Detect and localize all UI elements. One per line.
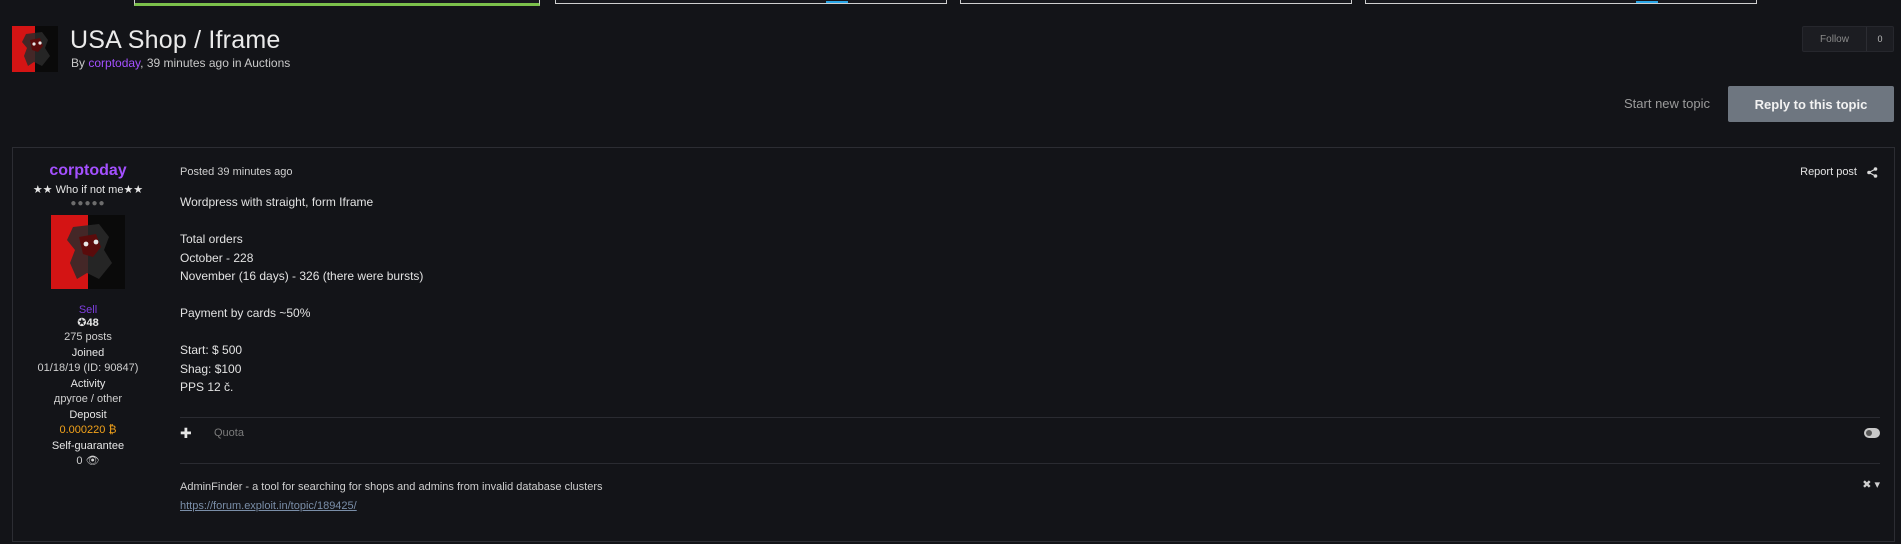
deposit-label: Deposit — [69, 408, 107, 421]
post-actions-row: ✚ Quota — [180, 423, 1880, 443]
author-group: Sell — [78, 304, 98, 316]
start-new-topic-link[interactable]: Start new topic — [1624, 96, 1710, 111]
signature-text: AdminFinder - a tool for searching for s… — [180, 481, 603, 493]
joined-value: 01/18/19 (ID: 90847) — [37, 362, 139, 374]
rank-pips: ●●●●● — [70, 198, 106, 209]
topic-meta: By corptoday, 39 minutes ago in Auctions — [71, 56, 290, 70]
by-prefix: By — [71, 56, 86, 70]
report-post-area: Report post — [1800, 166, 1878, 178]
joined-label: Joined — [71, 346, 105, 359]
activity-label: Activity — [70, 377, 106, 390]
posted-time: Posted 39 minutes ago — [180, 166, 293, 178]
ad-banner-1[interactable] — [134, 0, 540, 6]
share-icon[interactable] — [1867, 166, 1878, 178]
author-rank: ★★ Who if not me★★ — [32, 184, 144, 196]
signature-link[interactable]: https://forum.exploit.in/topic/189425/ — [180, 497, 603, 516]
follow-label: Follow — [1820, 33, 1849, 45]
quote-button[interactable]: Quota — [214, 427, 244, 439]
body-line: Wordpress with straight, form Iframe — [180, 195, 374, 209]
body-line: Start: $ 500 — [180, 343, 243, 357]
divider — [180, 417, 1880, 418]
follow-button[interactable]: Follow 0 — [1802, 26, 1894, 52]
signature-options-icon[interactable]: ✖ ▾ — [1862, 478, 1880, 491]
topic-meta-suffix: , 39 minutes ago in Auctions — [140, 56, 291, 70]
ad-banner-2[interactable] — [555, 0, 947, 4]
author-post-count[interactable]: 275 posts — [13, 330, 163, 346]
body-line: Shag: $100 — [180, 361, 242, 376]
post-body: Wordpress with straight, form Iframe Tot… — [180, 193, 423, 397]
author-reputation: ✪48 — [77, 317, 99, 329]
author-avatar[interactable] — [51, 215, 125, 289]
body-line: PPS 12 č. — [180, 380, 234, 394]
ad-banner-4[interactable] — [1365, 0, 1757, 4]
multiquote-plus-icon[interactable]: ✚ — [180, 425, 206, 442]
guarantee-value: 0 👁 — [76, 455, 100, 467]
topic-title: USA Shop / Iframe — [70, 26, 281, 54]
topic-author-link[interactable]: corptoday — [88, 56, 140, 70]
post-content: Posted 39 minutes ago Report post Wordpr… — [180, 148, 1894, 541]
topic-author-avatar[interactable] — [12, 26, 58, 72]
ad-banner-3[interactable] — [960, 0, 1352, 4]
body-line: November (16 days) - 326 (there were bur… — [180, 269, 424, 283]
body-line: Total orders — [180, 232, 243, 246]
deposit-value: 0.000220 ₿ — [59, 424, 117, 436]
report-post-link[interactable]: Report post — [1800, 166, 1857, 178]
post-author-panel: corptoday ★★ Who if not me★★ ●●●●● Sell … — [13, 148, 163, 470]
post-container: corptoday ★★ Who if not me★★ ●●●●● Sell … — [12, 147, 1895, 542]
reply-to-topic-button[interactable]: Reply to this topic — [1728, 86, 1894, 122]
activity-value: другое / other — [53, 393, 123, 405]
reaction-toggle-icon[interactable] — [1864, 428, 1880, 438]
divider — [180, 463, 1880, 464]
body-line: Payment by cards ~50% — [180, 306, 311, 320]
body-line: October - 228 — [180, 250, 254, 265]
post-author-name[interactable]: corptoday — [13, 162, 163, 180]
guarantee-label: Self-guarantee — [51, 439, 125, 452]
signature: AdminFinder - a tool for searching for s… — [180, 478, 603, 516]
follow-count: 0 — [1866, 27, 1893, 51]
